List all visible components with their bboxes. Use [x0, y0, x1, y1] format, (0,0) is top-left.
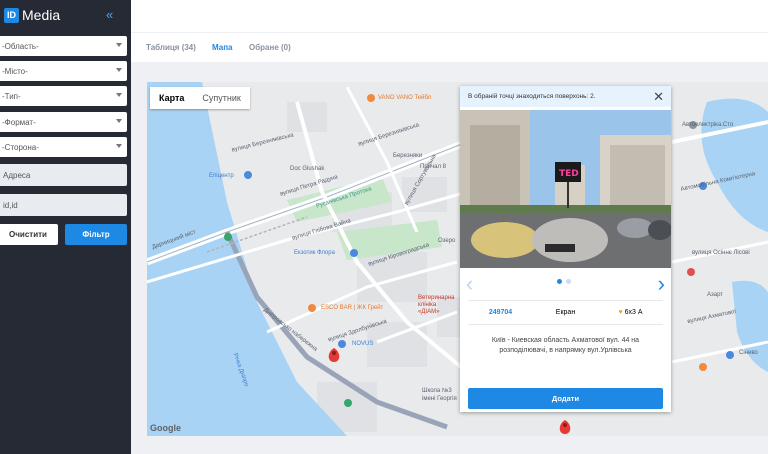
transit-icon	[224, 233, 232, 241]
map[interactable]: VANO VANO Тейбл вулиця Березняківська ву…	[147, 82, 768, 436]
close-icon[interactable]: ✕	[653, 89, 664, 105]
map-label: вулиця Осіннє Лісові	[692, 250, 750, 256]
sidebar: ID Media « -Область- -Місто- -Тип- -Форм…	[0, 0, 131, 454]
map-type-control: Карта Супутник	[150, 87, 250, 109]
surface-id[interactable]: 249704	[468, 309, 533, 316]
surface-meta: 249704 Екран ♥ 6х3 А	[468, 300, 663, 325]
pagination-dot-active[interactable]	[557, 279, 562, 284]
map-label: Березняки	[393, 153, 423, 159]
format-select-value: -Формат-	[2, 117, 36, 127]
city-select-value: -Місто-	[2, 66, 28, 76]
chevron-down-icon	[116, 144, 122, 148]
next-photo-icon[interactable]: ›	[658, 271, 665, 297]
logo-text: Media	[22, 7, 61, 23]
map-pin-icon[interactable]	[328, 348, 340, 362]
chevron-down-icon	[116, 93, 122, 97]
map-label: Азарт	[707, 292, 724, 298]
surface-size-value: 6х3 А	[624, 309, 643, 316]
prev-photo-icon[interactable]: ‹	[466, 271, 473, 297]
shop-icon	[726, 351, 734, 359]
bulb-icon: ♥	[618, 309, 623, 316]
map-label: Сінево	[739, 350, 758, 356]
tab-map[interactable]: Мапа	[212, 43, 233, 52]
chevron-down-icon	[116, 68, 122, 72]
restaurant-icon	[699, 363, 707, 371]
collapse-sidebar-icon[interactable]: «	[106, 7, 113, 22]
map-label: Озеро	[438, 238, 456, 244]
region-select-value: -Область-	[2, 41, 39, 51]
map-canvas[interactable]	[147, 82, 768, 436]
side-select-value: -Сторона-	[2, 142, 39, 152]
restaurant-icon	[308, 304, 316, 312]
format-select[interactable]: -Формат-	[0, 112, 127, 132]
shop-icon	[244, 171, 252, 179]
pagination-dot[interactable]	[566, 279, 571, 284]
region-select[interactable]: -Область-	[0, 36, 127, 56]
hospital-icon	[687, 268, 695, 276]
map-type-satellite-button[interactable]: Супутник	[193, 87, 249, 109]
map-label: Автоелектріка.Сто	[682, 122, 734, 128]
chevron-down-icon	[116, 43, 122, 47]
map-type-map-button[interactable]: Карта	[150, 87, 193, 109]
map-label: Епіцентр	[209, 173, 234, 179]
address-input[interactable]: Адреса	[0, 164, 127, 186]
google-logo: Google	[150, 423, 181, 433]
surface-photo: TED	[460, 110, 671, 268]
map-label: Школа №3 імені Георгія	[422, 388, 457, 402]
popup-header: В обраній точці знаходиться поверхонь: 2…	[460, 86, 671, 107]
id-input[interactable]: id,id	[0, 194, 127, 216]
filter-button[interactable]: Фільтр	[65, 224, 127, 245]
type-select[interactable]: -Тип-	[0, 86, 127, 106]
view-tabs: Таблиця (34) Мапа Обране (0)	[131, 32, 768, 62]
logo[interactable]: ID Media	[4, 7, 60, 23]
id-placeholder: id,id	[3, 200, 18, 210]
map-label: ESCO BAR | ЖК Грейт	[321, 305, 384, 311]
map-pin-icon[interactable]	[559, 420, 571, 434]
side-select[interactable]: -Сторона-	[0, 137, 127, 157]
tab-table[interactable]: Таблиця (34)	[146, 43, 196, 52]
surface-address: Київ - Киевская область Ахматової вул. 4…	[491, 337, 640, 354]
tab-favorites[interactable]: Обране (0)	[249, 43, 291, 52]
map-label: Екзотик Флора	[294, 250, 335, 256]
shop-icon	[350, 249, 358, 257]
address-placeholder: Адреса	[3, 170, 31, 180]
billboard-text: TED	[559, 169, 579, 179]
logo-mark: ID	[4, 7, 19, 23]
top-bar	[131, 0, 768, 32]
map-label: VANO VANO Тейбл	[378, 95, 432, 101]
chevron-down-icon	[116, 119, 122, 123]
clear-button[interactable]: Очистити	[0, 224, 58, 245]
map-label: Doc Glushak	[290, 166, 325, 172]
surface-type: Екран	[555, 309, 576, 316]
shop-icon	[338, 340, 346, 348]
surface-popup: В обраній точці знаходиться поверхонь: 2…	[460, 86, 671, 412]
type-select-value: -Тип-	[2, 91, 21, 101]
restaurant-icon	[367, 94, 375, 102]
city-select[interactable]: -Місто-	[0, 61, 127, 81]
photo-pagination	[557, 279, 571, 284]
map-label: Ветеринарна клініка «ДІАМ»	[418, 295, 455, 315]
surface-size: ♥ 6х3 А	[598, 309, 663, 316]
add-button[interactable]: Додати	[468, 388, 663, 409]
park-icon	[344, 399, 352, 407]
map-label: NOVUS	[352, 341, 374, 347]
